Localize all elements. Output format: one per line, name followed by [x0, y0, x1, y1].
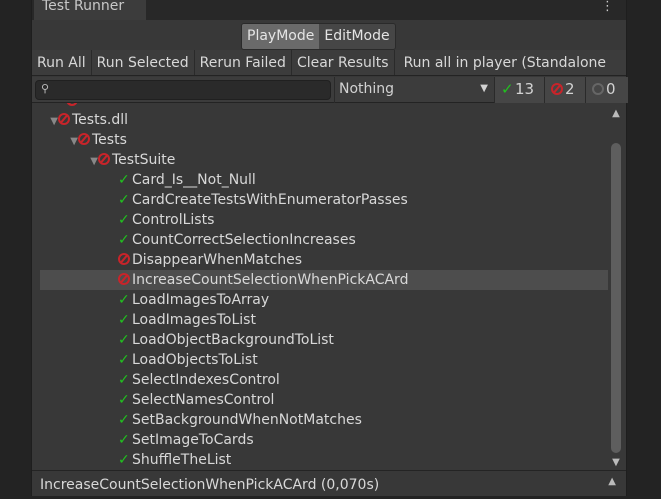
- tree-row-label: CountCorrectSelectionIncreases: [132, 232, 356, 248]
- fail-icon: [58, 113, 70, 125]
- tree-row-label: TestSuite: [112, 152, 176, 168]
- tree-row-label: Tests: [92, 132, 127, 148]
- status-text: IncreaseCountSelectionWhenPickACArd (0,0…: [40, 477, 380, 493]
- tree-row[interactable]: ✓ CountCorrectSelectionIncreases: [40, 230, 608, 250]
- tree-row[interactable]: ✓ ControlLists: [40, 210, 608, 230]
- test-runner-window: Test Runner ⋮ PlayMode EditMode Run All …: [31, 0, 628, 496]
- failed-filter-toggle[interactable]: 2: [544, 77, 585, 103]
- fail-icon: [551, 83, 563, 95]
- toolbar: Run All Run Selected Rerun Failed Clear …: [32, 50, 626, 76]
- category-dropdown[interactable]: Nothing ▼: [334, 77, 494, 103]
- check-icon: ✓: [118, 332, 130, 348]
- expand-triangle-icon[interactable]: ▼: [82, 152, 98, 172]
- passed-filter-toggle[interactable]: ✓13: [494, 77, 544, 103]
- tree-row-label: SelectNamesControl: [132, 392, 275, 408]
- tree-row-label: SetBackgroundWhenNotMatches: [132, 412, 362, 428]
- check-icon: ✓: [118, 452, 130, 468]
- tree-row-label: SetImageToCards: [132, 432, 254, 448]
- fail-icon: [118, 253, 130, 265]
- tree-row[interactable]: ✓ LoadObjectBackgroundToList: [40, 330, 608, 350]
- scroll-down-icon[interactable]: ▼: [609, 457, 623, 468]
- skipped-icon: [592, 83, 604, 95]
- failed-count: 2: [565, 80, 575, 98]
- tree-row[interactable]: ✓ SetBackgroundWhenNotMatches: [40, 410, 608, 430]
- fail-icon: [118, 273, 130, 285]
- tree-row-label: DisappearWhenMatches: [132, 252, 303, 268]
- tree-row-label: IncreaseCountSelectionWhenPickACArd: [132, 272, 409, 288]
- run-selected-button[interactable]: Run Selected: [92, 50, 195, 75]
- indent: ▼: [40, 150, 98, 172]
- check-icon: ✓: [118, 412, 130, 428]
- kebab-menu-icon[interactable]: ⋮: [601, 0, 614, 14]
- skipped-filter-toggle[interactable]: 0: [585, 77, 628, 103]
- tree-row[interactable]: ▼ Tests: [40, 130, 608, 150]
- filter-row: ⚲ Nothing ▼ ✓13 2 0: [32, 77, 628, 103]
- check-icon: ✓: [501, 80, 514, 98]
- tree-row-label: LoadObjectBackgroundToList: [132, 332, 334, 348]
- indent: ▼: [40, 110, 58, 132]
- tree-row[interactable]: ✓ LoadImagesToArray: [40, 290, 608, 310]
- tree-row-label: LoadImagesToArray: [132, 292, 270, 308]
- editmode-tab[interactable]: EditMode: [319, 24, 395, 49]
- tree-row[interactable]: ✓ CardCreateTestsWithEnumeratorPasses: [40, 190, 608, 210]
- chevron-down-icon: ▼: [480, 83, 488, 94]
- expand-triangle-icon[interactable]: ▼: [42, 112, 58, 132]
- tree-row[interactable]: ✓ SetImageToCards: [40, 430, 608, 450]
- run-in-player-button[interactable]: Run all in player (Standalone: [395, 50, 611, 75]
- tree-row[interactable]: ✓ SelectNamesControl: [40, 390, 608, 410]
- check-icon: ✓: [118, 172, 130, 188]
- playmode-tab[interactable]: PlayMode: [242, 24, 320, 49]
- clear-results-button[interactable]: Clear Results: [292, 50, 395, 75]
- check-icon: ✓: [118, 352, 130, 368]
- tree-row-label: Card_Is__Not_Null: [132, 172, 256, 188]
- tree-row-label: Tests.dll: [72, 112, 128, 128]
- tree-row[interactable]: ✓ SelectIndexesControl: [40, 370, 608, 390]
- test-tree: ▼ Tests.dll ▼ Tests ▼ TestSuite ✓ Card_Is__Not_…: [32, 103, 628, 470]
- check-icon: ✓: [118, 292, 130, 308]
- tree-row-label: LoadImagesToList: [132, 312, 256, 328]
- passed-count: 13: [515, 80, 535, 98]
- tree-row[interactable]: ✓ LoadObjectsToList: [40, 350, 608, 370]
- tree-row[interactable]: DisappearWhenMatches: [40, 250, 608, 270]
- magnifier-icon: ⚲: [41, 82, 50, 95]
- tree-row-label: ControlLists: [132, 212, 215, 228]
- tree-scrollbar[interactable]: ▲ ▼: [609, 108, 623, 468]
- search-input[interactable]: ⚲: [35, 80, 331, 100]
- tree-row[interactable]: IncreaseCountSelectionWhenPickACArd: [40, 270, 608, 290]
- check-icon: ✓: [118, 372, 130, 388]
- tree-row[interactable]: ✓ Card_Is__Not_Null: [40, 170, 608, 190]
- tab-bar: Test Runner ⋮: [32, 0, 626, 20]
- run-all-button[interactable]: Run All: [32, 50, 92, 75]
- mode-toggle: PlayMode EditMode: [241, 23, 396, 50]
- tree-row-label: CardCreateTestsWithEnumeratorPasses: [132, 192, 408, 208]
- tree-row[interactable]: ✓ ShuffleTheList: [40, 450, 608, 470]
- tree-row-label: LoadObjectsToList: [132, 352, 258, 368]
- tree-row-label: SelectIndexesControl: [132, 372, 280, 388]
- tree-row[interactable]: ▼ TestSuite: [40, 150, 608, 170]
- check-icon: ✓: [118, 212, 130, 228]
- fail-icon: [66, 103, 78, 106]
- scroll-up-icon[interactable]: ▲: [608, 471, 616, 493]
- check-icon: ✓: [118, 312, 130, 328]
- check-icon: ✓: [118, 432, 130, 448]
- skipped-count: 0: [606, 80, 616, 98]
- scroll-thumb[interactable]: [611, 143, 621, 453]
- check-icon: ✓: [118, 232, 130, 248]
- fail-icon: [98, 153, 110, 165]
- tree-row[interactable]: ▼ Tests.dll: [40, 110, 608, 130]
- fail-icon: [78, 133, 90, 145]
- indent: ▼: [40, 130, 78, 152]
- tab-test-runner[interactable]: Test Runner: [34, 0, 146, 20]
- tree-row-label: ShuffleTheList: [132, 452, 232, 468]
- expand-triangle-icon[interactable]: ▼: [62, 132, 78, 152]
- status-bar: IncreaseCountSelectionWhenPickACArd (0,0…: [32, 470, 626, 496]
- rerun-failed-button[interactable]: Rerun Failed: [195, 50, 292, 75]
- scroll-up-icon[interactable]: ▲: [609, 108, 623, 119]
- category-value: Nothing: [339, 81, 395, 97]
- tree-row[interactable]: ✓ LoadImagesToList: [40, 310, 608, 330]
- check-icon: ✓: [118, 192, 130, 208]
- check-icon: ✓: [118, 392, 130, 408]
